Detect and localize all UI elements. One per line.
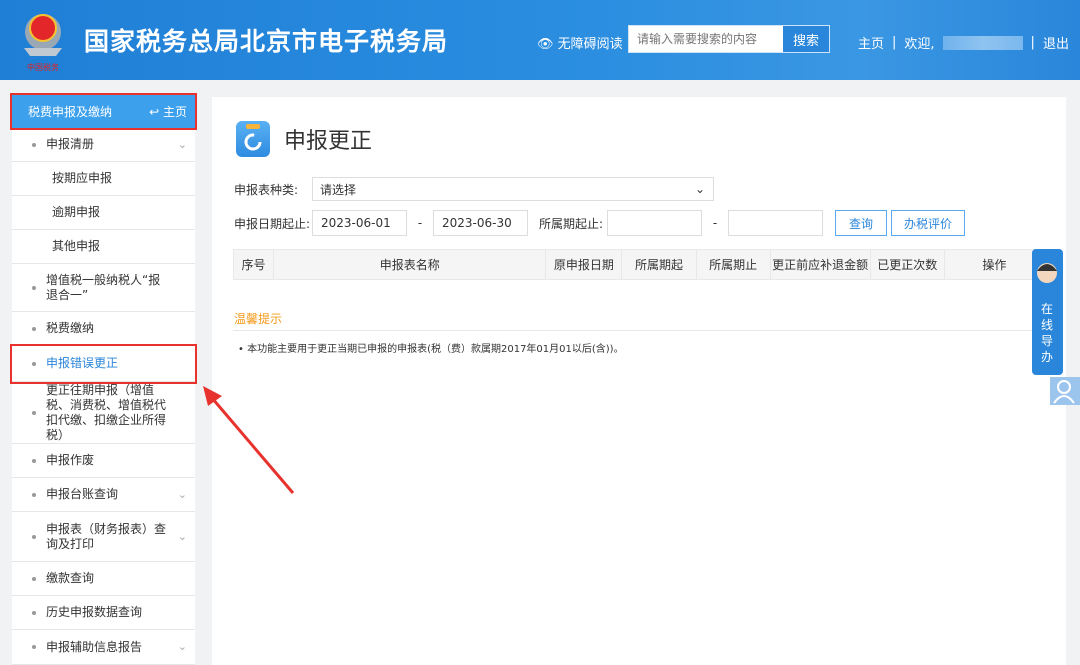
svg-text:中国税务: 中国税务	[27, 62, 59, 72]
sidebar: 税费申报及缴纳 ↩ 主页 申报清册 ⌄ 按期应申报逾期申报其他申报增值税一般纳税人“…	[10, 93, 197, 665]
tip-text-content: 本功能主要用于更正当期已申报的申报表(税（费）款属期2017年01月01以后(含…	[247, 344, 624, 355]
period-end-input[interactable]	[728, 210, 823, 236]
sidebar-item-label: 申报清册	[46, 137, 95, 151]
sidebar-item[interactable]: 其他申报	[12, 230, 195, 264]
sidebar-item[interactable]: 申报清册 ⌄	[12, 128, 195, 162]
dash: -	[712, 216, 718, 230]
period-label: 所属期起止:	[539, 216, 604, 231]
form-type-row: 申报表种类: 请选择 ⌄	[234, 177, 714, 201]
chevron-down-icon[interactable]: ⌄	[178, 639, 187, 654]
sidebar-item[interactable]: 增值税一般纳税人“报退合一”	[12, 264, 195, 312]
sidebar-item[interactable]: 申报台账查询 ⌄	[12, 478, 195, 512]
logout-link[interactable]: 退出	[1043, 33, 1069, 52]
sidebar-item-label: 申报错误更正	[46, 356, 119, 370]
accessibility-label: 无障碍阅读	[557, 37, 623, 52]
tip-title: 温馨提示	[234, 312, 283, 326]
search-button[interactable]: 搜索	[783, 26, 829, 52]
sidebar-item[interactable]: 税费缴纳	[12, 312, 195, 346]
divider: |	[892, 35, 897, 50]
column-header: 序号	[232, 249, 275, 280]
sidebar-item[interactable]: 申报错误更正	[10, 344, 197, 384]
sidebar-item[interactable]: 更正往期申报（增值税、消费税、增值税代扣代缴、扣缴企业所得税）	[12, 382, 195, 444]
column-header: 申报表名称	[273, 249, 547, 280]
dash: -	[417, 216, 423, 230]
search-box: 搜索	[628, 25, 830, 53]
divider: |	[1030, 35, 1035, 50]
accessibility-link[interactable]: 👁 无障碍阅读	[537, 33, 623, 52]
page-title-text: 申报更正	[284, 129, 373, 154]
form-type-label: 申报表种类:	[234, 182, 299, 197]
home-link[interactable]: 主页	[858, 33, 884, 52]
sidebar-item[interactable]: 缴款查询	[12, 562, 195, 596]
date-label: 申报日期起止:	[234, 216, 311, 231]
sidebar-item-label: 更正往期申报（增值税、消费税、增值税代扣代缴、扣缴企业所得税）	[46, 382, 167, 442]
chevron-down-icon[interactable]: ⌄	[178, 487, 187, 502]
column-header: 原申报日期	[545, 249, 623, 280]
sidebar-title: 税费申报及缴纳	[28, 105, 113, 119]
sidebar-item-label: 按期应申报	[52, 171, 113, 185]
sidebar-item-label: 其他申报	[52, 239, 101, 253]
sidebar-home-label: 主页	[162, 105, 187, 119]
main-panel: 申报更正 申报表种类: 请选择 ⌄ 申报日期起止: 2023-06-01 - 20…	[212, 97, 1066, 665]
guide-avatar-icon	[1037, 263, 1057, 283]
chevron-down-icon[interactable]: ⌄	[178, 137, 187, 152]
query-button[interactable]: 查询	[835, 210, 887, 236]
sidebar-item-label: 增值税一般纳税人“报退合一”	[46, 272, 161, 302]
column-header: 操作	[943, 249, 1046, 280]
sidebar-item[interactable]: 申报表（财务报表）查询及打印 ⌄	[12, 512, 195, 562]
column-header: 已更正次数	[869, 249, 945, 280]
form-type-value: 请选择	[320, 182, 357, 197]
sidebar-item-label: 逾期申报	[52, 205, 101, 219]
header: 中国税务 国家税务总局北京市电子税务局 👁 无障碍阅读 搜索 主页 | 欢迎, …	[0, 0, 1080, 80]
sidebar-item-label: 申报作废	[46, 453, 95, 467]
site-title: 国家税务总局北京市电子税务局	[84, 27, 449, 56]
user-service-icon[interactable]	[1050, 377, 1080, 405]
date-row: 申报日期起止: 2023-06-01 - 2023-06-30 所属期起止: -…	[234, 210, 965, 236]
eye-icon: 👁	[537, 37, 558, 52]
sidebar-item-label: 申报表（财务报表）查询及打印	[46, 521, 167, 551]
column-header: 所属期止	[695, 249, 771, 280]
sidebar-item-label: 历史申报数据查询	[46, 605, 143, 619]
clipboard-refresh-icon	[236, 121, 270, 157]
sidebar-item[interactable]: 申报作废	[12, 444, 195, 478]
form-type-select[interactable]: 请选择 ⌄	[312, 177, 714, 201]
sidebar-list: 申报清册 ⌄ 按期应申报逾期申报其他申报增值税一般纳税人“报退合一” 税费缴纳申报错误…	[10, 128, 197, 665]
chevron-down-icon[interactable]: ⌄	[178, 529, 187, 544]
divider	[233, 330, 1045, 331]
sidebar-item-label: 缴款查询	[46, 571, 95, 585]
search-input[interactable]	[629, 26, 779, 52]
online-guide-label: 在线导办	[1040, 302, 1053, 364]
column-header: 所属期起	[621, 249, 697, 280]
sidebar-header[interactable]: 税费申报及缴纳 ↩ 主页	[10, 93, 197, 130]
sidebar-item[interactable]: 按期应申报	[12, 162, 195, 196]
table-header-row: 序号 申报表名称 原申报日期 所属期起 所属期止 更正前应补退金额 已更正次数 操作	[232, 249, 1046, 280]
tax-emblem-logo: 中国税务	[24, 14, 62, 72]
sidebar-home-link[interactable]: ↩ 主页	[149, 103, 187, 120]
column-header: 更正前应补退金额	[769, 249, 871, 280]
results-table: 序号 申报表名称 原申报日期 所属期起 所属期止 更正前应补退金额 已更正次数 操作	[232, 249, 1046, 280]
online-guide-button[interactable]: 在线导办	[1032, 249, 1063, 375]
username-blurred	[942, 35, 1023, 50]
top-links: 主页 | 欢迎, | 退出	[858, 33, 1069, 52]
date-start-input[interactable]: 2023-06-01	[312, 210, 407, 236]
chevron-down-icon: ⌄	[694, 182, 705, 196]
page-title: 申报更正	[236, 121, 372, 157]
date-end-input[interactable]: 2023-06-30	[433, 210, 528, 236]
sidebar-item-label: 申报台账查询	[46, 487, 119, 501]
sidebar-item[interactable]: 申报辅助信息报告 ⌄	[12, 630, 195, 665]
sidebar-item[interactable]: 历史申报数据查询	[12, 596, 195, 630]
back-arrow-icon: ↩	[149, 105, 163, 119]
sidebar-item-label: 申报辅助信息报告	[46, 639, 143, 654]
welcome-text: 欢迎,	[904, 37, 935, 52]
sidebar-item-label: 税费缴纳	[46, 321, 95, 335]
tip-text: • 本功能主要用于更正当期已申报的申报表(税（费）款属期2017年01月01以后…	[238, 344, 624, 355]
period-start-input[interactable]	[607, 210, 702, 236]
tax-rating-button[interactable]: 办税评价	[891, 210, 965, 236]
sidebar-item[interactable]: 逾期申报	[12, 196, 195, 230]
